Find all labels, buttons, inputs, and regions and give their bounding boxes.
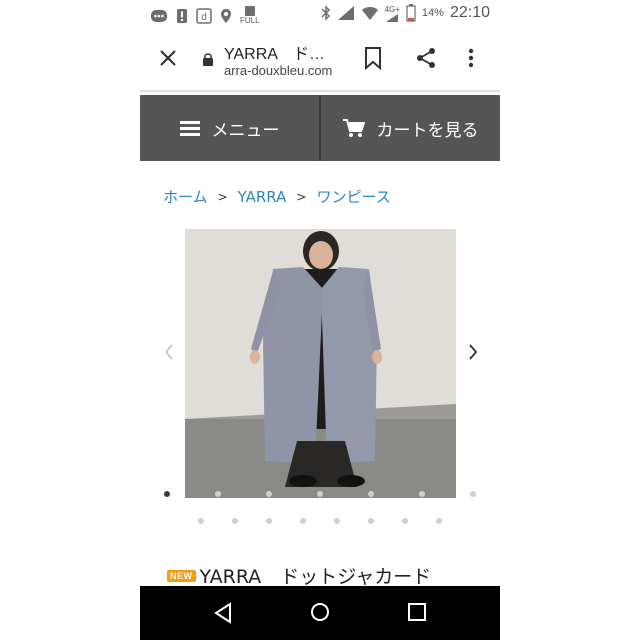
breadcrumb-home[interactable]: ホーム [163,186,208,207]
gallery-dot[interactable] [266,491,272,497]
sim-full-icon: FULL [240,6,260,25]
product-image[interactable] [185,229,456,498]
menu-label: メニュー [211,120,280,141]
gallery-dot[interactable] [419,491,425,497]
gallery-dot[interactable] [368,491,374,497]
gallery-dot[interactable] [232,518,238,524]
menu-button[interactable]: メニュー [140,95,319,161]
gallery-dots-row-2 [198,518,442,524]
gallery-dot[interactable] [215,491,221,497]
network-4g-icon: 4G+ [385,5,400,22]
android-nav-bar [140,586,500,640]
gallery-dot[interactable] [198,518,204,524]
svg-text:d: d [201,12,207,23]
status-bar: d FULL 4G+ 14% 22:10 [140,0,500,30]
browser-toolbar: YARRA ド… arra-douxbleu.com [140,30,500,88]
lock-icon [203,53,213,66]
wifi-icon [361,7,378,20]
gallery-dot[interactable] [300,518,306,524]
share-icon[interactable] [414,46,438,70]
battery-icon [406,4,416,22]
bluetooth-icon [321,5,330,21]
gallery-dots-row-1 [164,491,476,497]
status-bar-left: d FULL [150,6,260,25]
battery-percent: 14% [421,7,444,19]
gallery-dot[interactable] [266,518,272,524]
message-icon [151,9,167,22]
back-icon[interactable] [212,602,234,624]
page-title[interactable]: YARRA ド… [224,40,325,64]
chevron-right-icon[interactable] [466,342,480,362]
alert-icon [177,8,187,23]
cart-label: カートを見る [376,120,479,141]
bookmark-icon[interactable] [362,46,384,70]
cart-button[interactable]: カートを見る [321,95,500,161]
breadcrumb-brand[interactable]: YARRA [238,188,287,206]
page-domain[interactable]: arra-douxbleu.com [224,63,332,78]
status-bar-right: 4G+ 14% 22:10 [321,4,490,22]
breadcrumb: ホーム > YARRA > ワンピース [163,186,391,207]
chevron-left-icon[interactable] [162,342,176,362]
breadcrumb-separator: > [296,189,307,204]
new-badge: NEW [167,569,196,582]
full-label: FULL [240,16,260,25]
more-vert-icon[interactable] [466,46,476,70]
location-icon [221,8,231,23]
close-icon[interactable] [156,46,180,70]
gallery-dot[interactable] [402,518,408,524]
product-photo [185,229,456,498]
toolbar-divider [140,90,500,92]
network-label: 4G+ [384,4,400,14]
gallery-dot[interactable] [334,518,340,524]
hamburger-icon [179,121,200,136]
gallery-dot[interactable] [368,518,374,524]
gallery-dot[interactable] [436,518,442,524]
gallery-dot[interactable] [470,491,476,497]
recent-apps-icon[interactable] [408,603,426,621]
site-nav: メニュー カートを見る [140,95,500,161]
gallery-dot[interactable] [164,491,170,497]
breadcrumb-category[interactable]: ワンピース [316,186,390,207]
cart-icon [342,119,365,137]
product-title-text: YARRA ドットジャカード [199,566,432,588]
home-icon[interactable] [310,602,330,622]
breadcrumb-separator: > [217,189,228,204]
phone-screen: d FULL 4G+ 14% 22:10 YARRA ド… arra-douxb… [140,0,500,640]
docomo-icon: d [196,7,212,24]
signal-icon [337,6,354,20]
status-time: 22:10 [449,4,490,21]
gallery-dot[interactable] [317,491,323,497]
product-title: NEW YARRA ドットジャカード [167,562,431,589]
